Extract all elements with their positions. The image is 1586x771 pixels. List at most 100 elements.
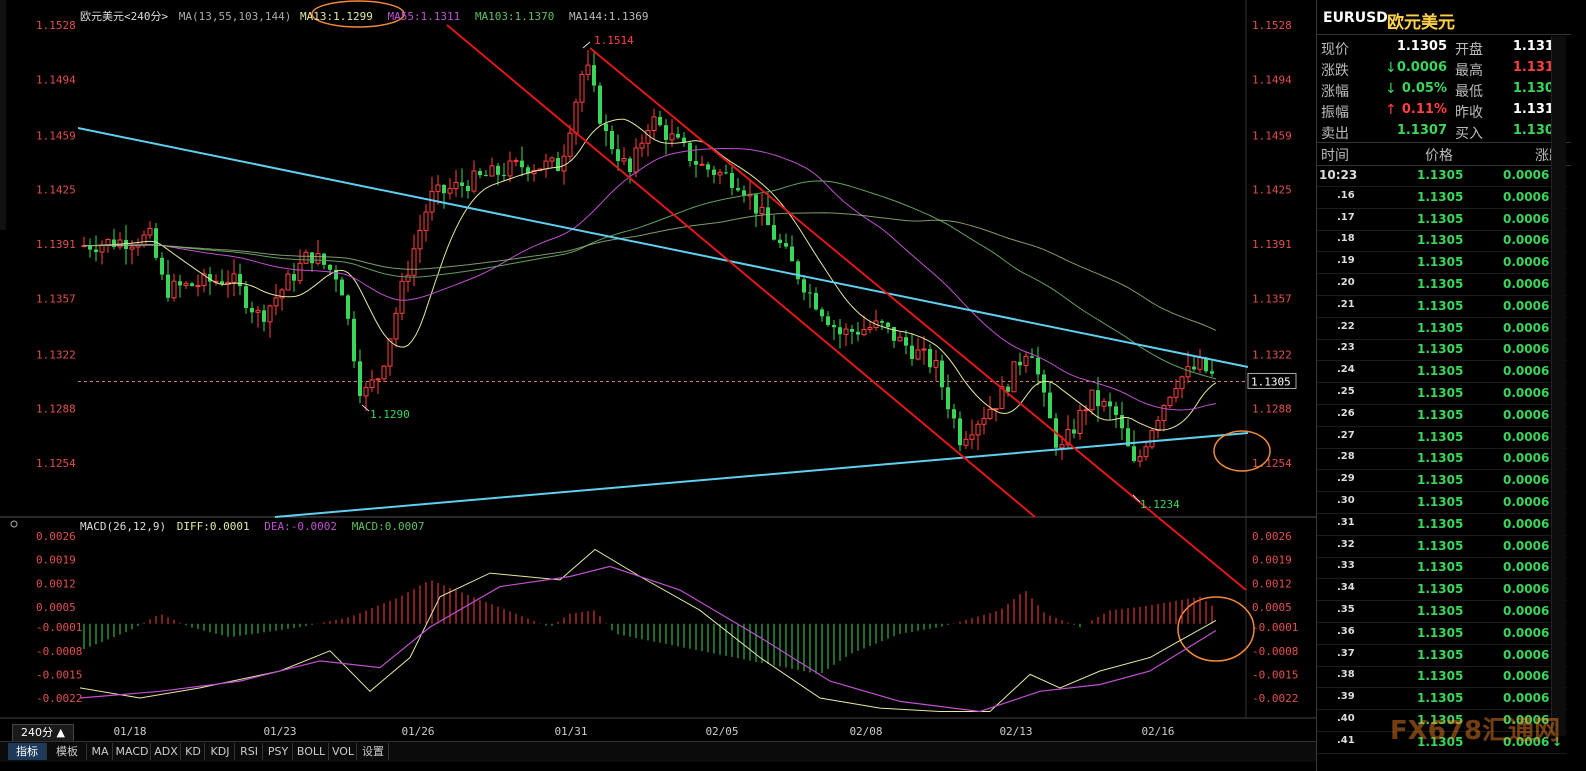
tab-4[interactable]: MACD — [114, 743, 151, 760]
tick-change: 0.0006 — [1503, 407, 1550, 422]
tick-row[interactable]: .181.13050.0006↓ — [1317, 230, 1567, 253]
candle-body — [940, 360, 944, 388]
quote-label: 现价 — [1321, 42, 1349, 58]
chart-canvas[interactable]: 1.1528 1.1528 1.1494 1.1494 1.1459 1.1459 1.14… — [0, 0, 1316, 741]
tick-row[interactable]: .381.13050.0006↓ — [1317, 666, 1567, 689]
tick-row[interactable]: .211.13050.0006↓ — [1317, 296, 1567, 318]
candle-body — [244, 286, 248, 309]
tab-6[interactable]: KD — [182, 743, 205, 760]
tick-row[interactable]: .311.13050.0006↓ — [1317, 514, 1567, 536]
quote-value: 1.1305 — [1396, 39, 1447, 54]
candle-body — [411, 248, 417, 276]
main-legend: 欧元美元<240分> MA(13,55,103,144) MA13:1.1299… — [80, 8, 649, 24]
candle — [352, 311, 356, 368]
tick-row[interactable]: .171.13050.0006↓ — [1317, 209, 1567, 231]
low-price-label: 1.1234 — [1140, 498, 1180, 511]
candle-body — [621, 158, 627, 162]
candle-body — [369, 379, 375, 389]
tab-11[interactable]: VOL — [330, 743, 357, 760]
tick-row[interactable]: 10:231.13050.0006↓ — [1317, 165, 1567, 187]
candle-body — [651, 116, 657, 132]
quote-row: 卖出 1.1307 买入 1.1305 — [1317, 121, 1567, 142]
candle-body — [861, 328, 867, 336]
candle-body — [285, 273, 291, 291]
tick-price: 1.1305 — [1417, 277, 1464, 291]
tick-row[interactable]: .291.13050.0006↓ — [1317, 470, 1567, 493]
watermark-logo: FX678汇通网 — [1390, 716, 1561, 746]
macd-legend: MACD(26,12,9) DIFF:0.0001 DEA:-0.0002 MA… — [80, 520, 425, 533]
tab-9[interactable]: PSY — [264, 743, 293, 760]
candle-body — [1023, 355, 1029, 366]
quote-label: 昨收 — [1455, 105, 1483, 121]
candle-body — [921, 348, 927, 351]
tab-8[interactable]: RSI — [236, 743, 263, 760]
candle-body — [987, 408, 993, 419]
candle-body — [585, 64, 591, 75]
tick-row[interactable]: .261.13050.0006↓ — [1317, 405, 1567, 427]
candle-body — [628, 158, 632, 173]
candle-body — [958, 418, 962, 446]
tab-3[interactable]: MA — [88, 743, 113, 760]
tick-row[interactable]: .361.13050.0006↓ — [1317, 623, 1567, 645]
tick-price: 1.1305 — [1417, 582, 1464, 597]
tab-10[interactable]: BOLL — [294, 743, 329, 760]
candle-body — [1030, 356, 1034, 358]
tick-price: 1.1305 — [1417, 255, 1464, 270]
tab-12[interactable]: 设置 — [358, 743, 389, 760]
tick-row[interactable]: .231.13050.0006↓ — [1317, 339, 1567, 362]
tick-change: 0.0006 — [1503, 386, 1550, 400]
candle-body — [633, 147, 639, 173]
tick-row[interactable]: .351.13050.0006↓ — [1317, 601, 1567, 623]
candle-body — [273, 297, 279, 307]
tick-row[interactable]: .371.13050.0006↓ — [1317, 645, 1567, 667]
candle-body — [759, 206, 765, 215]
tick-row[interactable]: .161.13050.0006↓ — [1317, 187, 1567, 209]
tick-change: 0.0006 — [1503, 647, 1550, 662]
tab-7[interactable]: KDJ — [206, 743, 235, 760]
tick-row[interactable]: .321.13050.0006↓ — [1317, 536, 1567, 558]
candle-body — [1210, 371, 1214, 374]
candle-body — [981, 417, 987, 425]
tab-5[interactable]: ADX — [152, 743, 181, 760]
tab-2[interactable]: 模板 — [48, 743, 87, 760]
candle-body — [1137, 456, 1143, 462]
candle-body — [820, 309, 824, 317]
candle-body — [796, 261, 800, 280]
candle-body — [838, 327, 842, 335]
tick-time: .39 — [1337, 691, 1355, 703]
candle-body — [1018, 361, 1022, 366]
candle-body — [183, 282, 189, 286]
ma55-value: MA55:1.1311 — [387, 10, 461, 23]
left-edge-toolbar — [0, 0, 6, 230]
panel-scrollbar[interactable] — [1551, 36, 1566, 736]
price-tick-right: 1.1425 — [1252, 184, 1292, 197]
tick-row[interactable]: .221.13050.0006↓ — [1317, 318, 1567, 340]
tick-time: .41 — [1337, 734, 1355, 746]
candle-body — [1059, 444, 1065, 449]
tick-row[interactable]: .281.13050.0006↓ — [1317, 448, 1567, 471]
tick-row[interactable]: .191.13050.0006↓ — [1317, 252, 1567, 275]
candle-body — [423, 211, 429, 231]
quote-row: 涨跌 ↓ 0.0006 最高 1.1314 — [1317, 58, 1567, 79]
quote-label: 最低 — [1455, 84, 1483, 100]
candle-body — [171, 280, 177, 299]
instrument-code: EURUSD — [1323, 10, 1388, 26]
candle-body — [993, 407, 999, 410]
candle-body — [952, 409, 956, 419]
candle-body — [867, 327, 873, 330]
candle-body — [699, 163, 705, 166]
tick-row[interactable]: .241.13050.0006↓ — [1317, 361, 1567, 384]
tab-1[interactable]: 指标 — [8, 743, 47, 760]
tick-row[interactable]: .251.13050.0006↓ — [1317, 383, 1567, 405]
candle — [1149, 427, 1155, 450]
tick-row[interactable]: .341.13050.0006↓ — [1317, 579, 1567, 602]
candle-body — [489, 165, 495, 177]
period-selector-button[interactable]: 240分 ▲ — [12, 724, 74, 742]
tick-row[interactable]: .391.13050.0006↓ — [1317, 688, 1567, 711]
macd-value: MACD:0.0007 — [351, 520, 425, 533]
candle-body — [471, 170, 477, 192]
tick-row[interactable]: .331.13050.0006↓ — [1317, 557, 1567, 580]
tick-row[interactable]: .301.13050.0006↓ — [1317, 492, 1567, 514]
tick-row[interactable]: .201.13050.0006↓ — [1317, 274, 1567, 296]
tick-row[interactable]: .271.13050.0006↓ — [1317, 427, 1567, 449]
